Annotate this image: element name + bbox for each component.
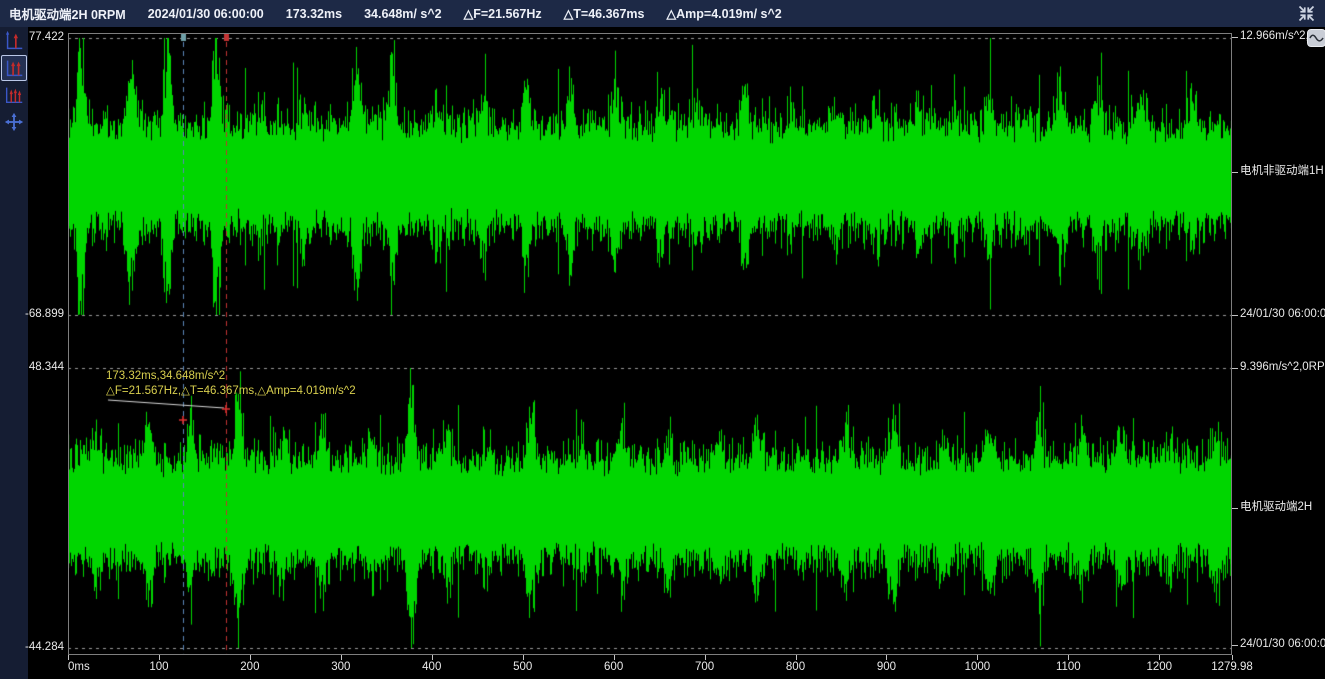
axis-tick [1159, 655, 1160, 660]
sine-wave-icon [1309, 32, 1324, 44]
axis-tick [796, 655, 797, 660]
axis-tick [432, 655, 433, 660]
axis-tick [159, 655, 160, 660]
harmonic-cursor-tool-button[interactable] [1, 82, 27, 108]
axis-tick [341, 655, 342, 660]
axis-tick [1068, 655, 1069, 660]
annotation-cursor-value: 173.32ms,34.648m/s^2 [106, 369, 356, 384]
x-axis-label: 1000 [943, 660, 1011, 674]
cursor-annotation: 173.32ms,34.648m/s^2 △F=21.567Hz,△T=46.3… [106, 369, 356, 398]
annotation-delta-values: △F=21.567Hz,△T=46.367ms,△Amp=4.019m/s^2 [106, 384, 356, 399]
x-axis-label: 600 [580, 660, 648, 674]
channel1-timestamp-label: 24/01/30 06:00:00 [1240, 307, 1325, 321]
app-window: { "toolbar": { "channel": "电机驱动端2H 0RPM"… [0, 0, 1325, 679]
datetime-label: 2024/01/30 06:00:00 [148, 7, 264, 21]
x-axis-label: 100 [125, 660, 193, 674]
cursor-toolbar [0, 27, 28, 679]
cursor-amplitude-label: 34.648m/ s^2 [364, 7, 442, 21]
y-axis-label: -68.899 [0, 307, 64, 321]
x-axis-label: 900 [852, 660, 920, 674]
waveform-toggle-button[interactable] [1307, 29, 1325, 47]
axis-tick [68, 655, 69, 660]
axis-tick [1232, 172, 1238, 173]
collapse-icon[interactable] [1296, 3, 1317, 24]
waveform-plot[interactable] [68, 33, 1232, 655]
collapse-arrows-icon [1296, 3, 1317, 24]
channel2-name-label: 电机驱动端2H [1240, 500, 1312, 514]
x-axis-label: 400 [398, 660, 466, 674]
channel2-timestamp-label: 24/01/30 06:00:00 [1240, 637, 1325, 651]
x-axis-label: 1100 [1034, 660, 1102, 674]
dual-cursor-tool-button[interactable] [1, 55, 27, 81]
y-axis-label: -44.284 [0, 640, 64, 654]
y-axis-label: 48.344 [0, 360, 64, 374]
delta-frequency-label: △F=21.567Hz [464, 6, 542, 21]
x-axis-label: 800 [762, 660, 830, 674]
channel2-stats-label: 9.396m/s^2,0RPM [1240, 360, 1325, 374]
axis-tick [250, 655, 251, 660]
x-axis-label: 1200 [1125, 660, 1193, 674]
x-axis-label: 700 [671, 660, 739, 674]
cursor-time-label: 173.32ms [286, 7, 342, 21]
x-axis-label: 1279.98 [1198, 660, 1266, 674]
axis-tick [977, 655, 978, 660]
delta-time-label: △T=46.367ms [564, 6, 645, 21]
delta-amplitude-label: △Amp=4.019m/ s^2 [667, 6, 782, 21]
channel1-name-label: 电机非驱动端1H [1240, 164, 1324, 178]
axis-tick [1232, 508, 1238, 509]
y-axis-label: 77.422 [0, 30, 64, 44]
dual-cursor-icon [3, 57, 25, 79]
pan-move-icon [3, 111, 25, 133]
pan-tool-button[interactable] [1, 109, 27, 135]
axis-tick [705, 655, 706, 660]
harmonic-cursor-icon [3, 84, 25, 106]
toolbar: 电机驱动端2H 0RPM 2024/01/30 06:00:00 173.32m… [0, 0, 1325, 27]
axis-tick [1232, 655, 1233, 660]
axis-tick [1232, 368, 1238, 369]
axis-tick [886, 655, 887, 660]
x-axis-label: 300 [307, 660, 375, 674]
x-axis-label: 0ms [68, 660, 90, 674]
axis-tick [1232, 315, 1238, 316]
axis-tick [614, 655, 615, 660]
axis-tick [1232, 37, 1238, 38]
x-axis-label: 200 [216, 660, 284, 674]
active-channel-label: 电机驱动端2H 0RPM [9, 4, 126, 23]
x-axis-label: 500 [489, 660, 557, 674]
axis-tick [1232, 645, 1238, 646]
axis-tick [523, 655, 524, 660]
